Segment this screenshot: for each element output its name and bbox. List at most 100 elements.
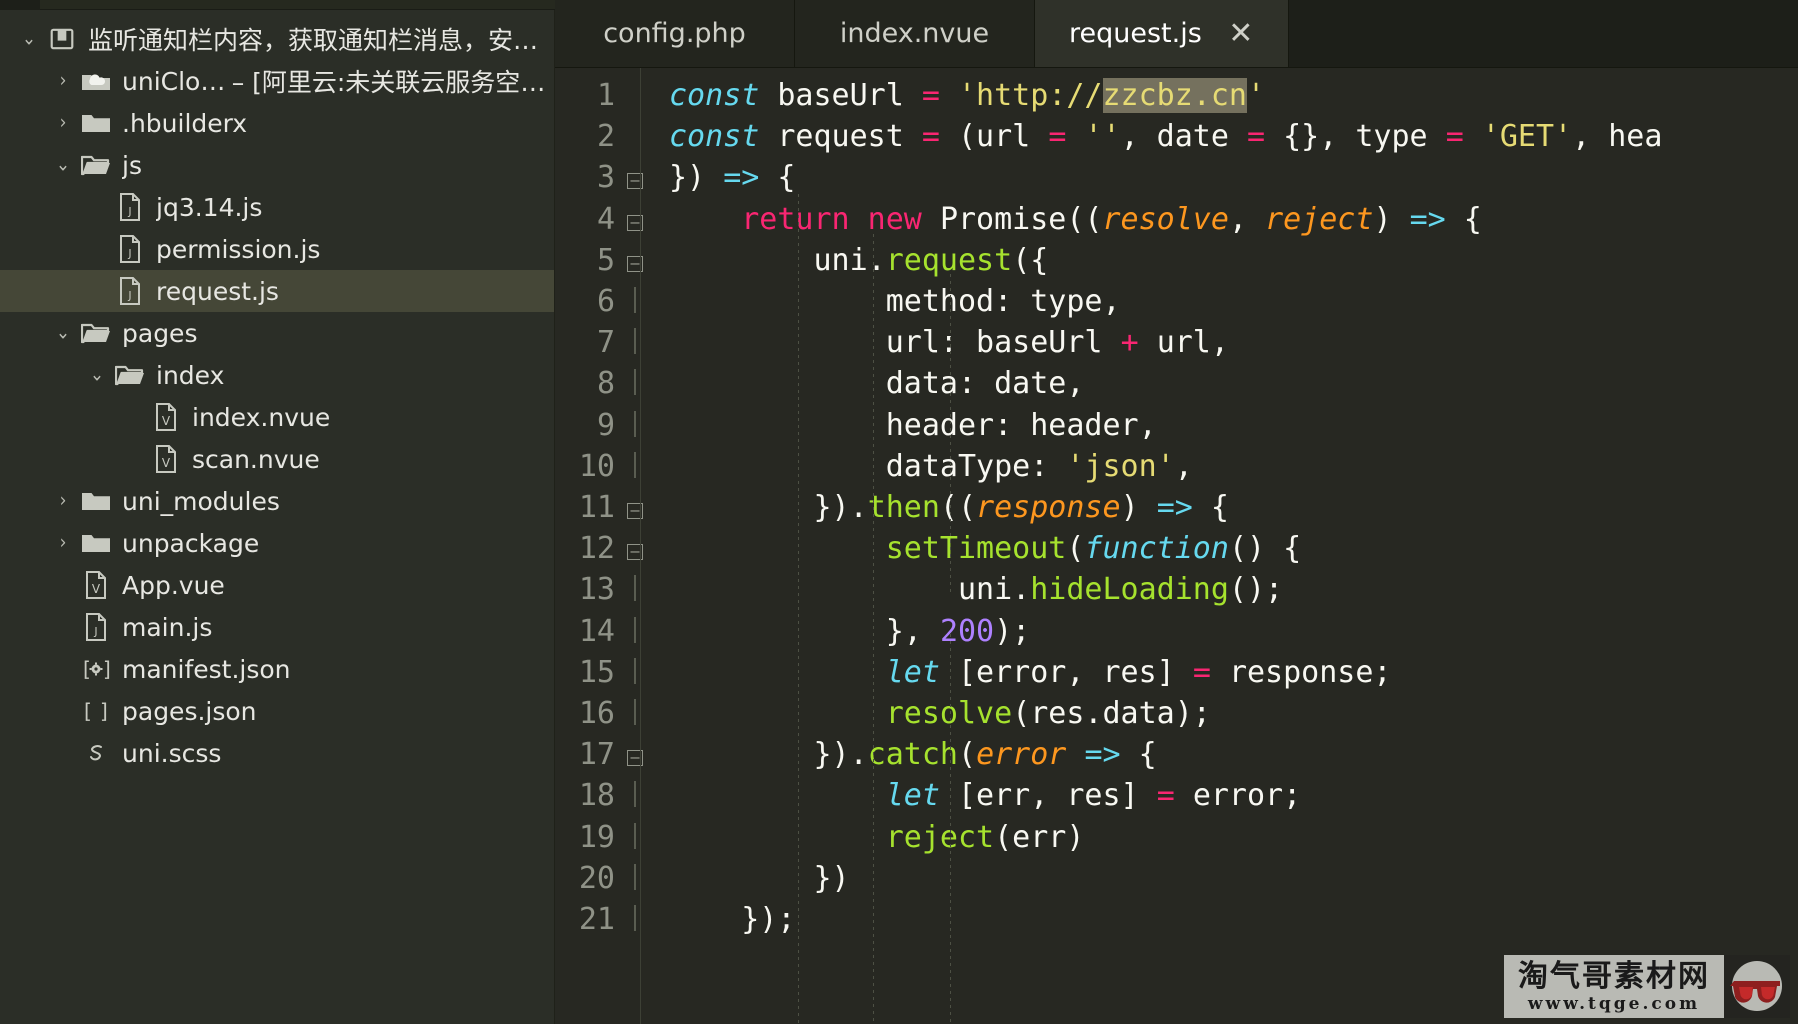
tree-item-label: jq3.14.js: [156, 192, 263, 222]
window-corner-nub: [0, 0, 40, 10]
chevron-down-icon[interactable]: ⌄: [48, 323, 78, 343]
tree-item-js[interactable]: ⌄ js: [0, 144, 554, 186]
svg-text:V: V: [162, 456, 171, 470]
line-number: 17: [578, 737, 615, 773]
line-number: 4: [596, 201, 615, 237]
project-explorer-sidebar: ⌄ 监听通知栏内容，获取通知栏消息，安卓原… › uniCloud – [阿里云:…: [0, 0, 555, 1024]
tree-item-suffix: – [阿里云:未关联云服务空间]: [231, 68, 554, 97]
tree-item-label: main.js: [122, 612, 213, 642]
fold-marker[interactable]: –: [615, 201, 655, 241]
gutter-divider: [640, 68, 641, 1024]
svg-text:]: ]: [103, 657, 111, 681]
tree-item-uni-modules[interactable]: › uni_modules: [0, 480, 554, 522]
vue-file-icon: V: [78, 571, 114, 599]
source-code[interactable]: 1 const baseUrl = 'http://zzcbz.cn' 2 co…: [555, 68, 1798, 941]
tree-item--hbuilderx[interactable]: › .hbuilderx: [0, 102, 554, 144]
chevron-right-icon[interactable]: ›: [48, 113, 78, 133]
svg-text:J: J: [127, 205, 131, 218]
tree-item-uni-scss[interactable]: ›uni.scss: [0, 732, 554, 774]
watermark-text: 淘气哥素材网 www.tqge.com: [1504, 954, 1724, 1018]
line-number: 14: [578, 613, 615, 649]
fold-marker: [615, 695, 655, 735]
tree-item-index[interactable]: ⌄ index: [0, 354, 554, 396]
tree-item-project-root[interactable]: ⌄ 监听通知栏内容，获取通知栏消息，安卓原…: [0, 18, 554, 60]
chevron-right-icon[interactable]: ›: [48, 491, 78, 511]
line-number: 16: [578, 696, 615, 732]
tree-item-main-js[interactable]: ›Jmain.js: [0, 606, 554, 648]
tree-item-label: index: [156, 360, 225, 390]
tree-item-permission-js[interactable]: ›Jpermission.js: [0, 228, 554, 270]
chevron-right-icon[interactable]: ›: [48, 71, 78, 91]
fold-marker[interactable]: –: [615, 736, 655, 776]
fold-marker[interactable]: –: [615, 159, 655, 199]
window-top-strip: [0, 0, 555, 10]
editor-tab[interactable]: index.nvue✕: [795, 0, 1035, 67]
line-number: 11: [578, 490, 615, 526]
editor-tab[interactable]: config.php✕: [555, 0, 795, 67]
chevron-down-icon[interactable]: ⌄: [48, 155, 78, 175]
vue-file-icon: V: [148, 403, 184, 431]
svg-text:V: V: [162, 414, 171, 428]
selected-text: zzcbz.cn: [1102, 78, 1247, 113]
fold-marker[interactable]: [615, 77, 655, 117]
tree-item-label: js: [122, 150, 142, 180]
folder-open-icon: [112, 362, 148, 388]
code-view[interactable]: 1 const baseUrl = 'http://zzcbz.cn' 2 co…: [555, 68, 1798, 1024]
watermark-site-name: 淘气哥素材网: [1518, 958, 1710, 994]
tree-item-unpackage[interactable]: › unpackage: [0, 522, 554, 564]
watermark: 淘气哥素材网 www.tqge.com: [1504, 954, 1790, 1018]
fold-marker[interactable]: –: [615, 242, 655, 282]
line-number: 13: [578, 572, 615, 608]
chevron-right-icon[interactable]: ›: [48, 533, 78, 553]
tree-item-unicloud[interactable]: › uniCloud – [阿里云:未关联云服务空间]: [0, 60, 554, 102]
js-file-icon: J: [112, 193, 148, 221]
editor-window: ⌄ 监听通知栏内容，获取通知栏消息，安卓原… › uniCloud – [阿里云:…: [0, 0, 1798, 1024]
editor-pane: config.php✕index.nvue✕ request.js ✕ 1 cons…: [555, 0, 1798, 1024]
line-number: 19: [578, 819, 615, 855]
tree-item-index-nvue[interactable]: ›Vindex.nvue: [0, 396, 554, 438]
tree-item-request-js[interactable]: ›Jrequest.js: [0, 270, 554, 312]
tree-item-label: pages: [122, 318, 198, 348]
folder-open-icon: [78, 152, 114, 178]
svg-text:]: ]: [100, 699, 108, 723]
fold-marker: [615, 901, 655, 941]
svg-text:V: V: [92, 582, 101, 596]
chevron-down-icon[interactable]: ⌄: [82, 365, 112, 385]
fold-marker: [615, 777, 655, 817]
tree-item-pages[interactable]: ⌄ pages: [0, 312, 554, 354]
tree-item-scan-nvue[interactable]: ›Vscan.nvue: [0, 438, 554, 480]
tree-item-label: uni_modules: [122, 486, 280, 516]
tree-item-manifest-json[interactable]: ›[]manifest.json: [0, 648, 554, 690]
scss-file-icon: [78, 740, 114, 766]
tree-item-label: scan.nvue: [192, 444, 320, 474]
line-number: 15: [578, 654, 615, 690]
fold-marker[interactable]: [615, 118, 655, 158]
chevron-down-icon[interactable]: ⌄: [14, 29, 44, 49]
editor-tab-label: config.php: [603, 18, 746, 49]
fold-marker[interactable]: –: [615, 489, 655, 529]
fold-marker: [615, 448, 655, 488]
close-icon[interactable]: ✕: [1228, 18, 1254, 49]
folder-icon: [78, 488, 114, 514]
vue-file-icon: V: [148, 445, 184, 473]
tree-item-label: permission.js: [156, 234, 321, 264]
line-number: 21: [578, 902, 615, 938]
tree-item-jq3-14-js[interactable]: ›Jjq3.14.js: [0, 186, 554, 228]
editor-tab-label: index.nvue: [839, 18, 990, 49]
tree-item-app-vue[interactable]: ›VApp.vue: [0, 564, 554, 606]
fold-marker: [615, 407, 655, 447]
line-number: 20: [578, 860, 615, 896]
fold-marker[interactable]: –: [615, 530, 655, 570]
tree-item-label: index.nvue: [192, 402, 331, 432]
editor-tab[interactable]: request.js ✕: [1035, 0, 1289, 67]
tree-item-label: 监听通知栏内容，获取通知栏消息，安卓原…: [88, 26, 554, 55]
line-number: 8: [596, 366, 615, 402]
line-number: 2: [596, 119, 615, 155]
fold-marker: [615, 613, 655, 653]
line-number: 9: [596, 407, 615, 443]
fold-marker: [615, 654, 655, 694]
line-number: 1: [596, 78, 615, 113]
tree-item-label: pages.json: [122, 696, 257, 726]
tree-item-label: .hbuilderx: [122, 108, 248, 138]
tree-item-pages-json[interactable]: ›[]pages.json: [0, 690, 554, 732]
